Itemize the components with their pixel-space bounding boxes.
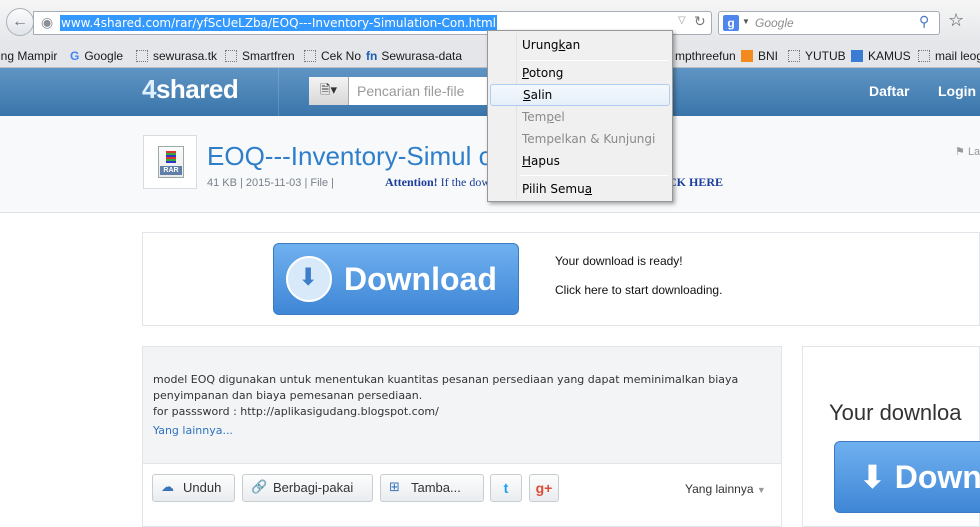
description-more-link[interactable]: Yang lainnya... — [153, 424, 233, 437]
context-menu-select-all[interactable]: Pilih Semua — [490, 178, 670, 200]
back-arrow-icon: ← — [12, 13, 28, 30]
context-menu-undo[interactable]: Urungkan — [490, 34, 670, 56]
page-icon — [918, 50, 930, 62]
context-menu-copy[interactable]: Salin — [490, 84, 670, 106]
search-icon[interactable]: ⚲ — [919, 14, 929, 30]
flag-icon: ⚑ — [955, 146, 965, 158]
download-button-label: Download — [344, 261, 497, 297]
header-divider — [278, 68, 298, 116]
chevron-down-icon: ▼ — [756, 485, 766, 495]
browser-search-box[interactable]: g ▼ Google ⚲ — [718, 11, 940, 35]
more-dropdown[interactable]: Yang lainnya ▼ — [685, 482, 766, 496]
download-box — [142, 232, 980, 326]
bookmark-item[interactable]: Smartfren — [225, 49, 295, 63]
kamus-icon — [851, 50, 863, 62]
bookmark-item[interactable]: sewurasa.tk — [136, 49, 217, 63]
site-search: 🗎▾ Pencarian file-file — [309, 77, 489, 105]
login-link[interactable]: Login — [938, 83, 976, 99]
download-ready-text: Your download is ready! — [555, 254, 683, 268]
bookmark-item[interactable]: fn Sewurasa-data — [366, 49, 462, 63]
url-text-selected[interactable]: www.4shared.com/rar/yfScUeLZba/EOQ---Inv… — [60, 15, 498, 31]
bookmark-item[interactable]: YUTUB — [788, 49, 846, 63]
bookmark-item[interactable]: mpthreefun — [675, 49, 736, 63]
download-button[interactable]: ⬇ Download — [273, 243, 519, 315]
engine-dropdown-icon[interactable]: ▼ — [742, 17, 750, 26]
browser-search-input[interactable]: Google — [755, 16, 794, 30]
context-menu: Urungkan Potong Salin Tempel Tempelkan &… — [487, 30, 673, 202]
click-here-link[interactable]: CK HERE — [668, 175, 723, 190]
url-history-dropdown-icon[interactable]: ▽ — [678, 15, 686, 26]
bni-icon — [741, 50, 753, 62]
reload-icon[interactable]: ↻ — [694, 14, 706, 30]
link-icon: 🔗 — [251, 480, 268, 495]
file-description: model EOQ digunakan untuk menentukan kua… — [153, 373, 739, 418]
page-icon — [225, 50, 237, 62]
4shared-logo[interactable]: 4shared — [142, 74, 239, 105]
signup-link[interactable]: Daftar — [869, 83, 909, 99]
download-arrow-icon: ⬇ — [859, 458, 886, 496]
bookmark-item[interactable]: BNI — [741, 49, 778, 63]
share-button[interactable]: 🔗 Berbagi-pakai — [242, 474, 373, 502]
site-search-input[interactable]: Pencarian file-file — [357, 83, 464, 99]
attention-notice: Attention! If the dow — [385, 175, 490, 189]
file-meta: 41 KB | 2015-11-03 | File | — [207, 177, 334, 189]
unduh-button[interactable]: ☁ Unduh — [152, 474, 235, 502]
fn-icon: fn — [366, 49, 378, 63]
page-icon — [304, 50, 316, 62]
side-panel-title: Your downloa — [829, 400, 962, 425]
bookmark-star-icon[interactable]: ☆ — [948, 10, 964, 31]
side-download-button[interactable]: ⬇ Down — [834, 441, 980, 513]
add-folder-icon: ⊞ — [389, 480, 400, 495]
bookmark-item[interactable]: mail leog — [918, 49, 980, 63]
google-plus-icon: g+ — [535, 480, 553, 496]
bookmark-item[interactable]: G Google — [70, 49, 123, 63]
add-button[interactable]: ⊞ Tamba... — [380, 474, 484, 502]
bookmark-item[interactable]: ing Mampir — [0, 49, 57, 63]
context-menu-paste-and-go[interactable]: Tempelkan & Kunjungi — [490, 128, 670, 150]
back-button[interactable]: ← — [6, 8, 34, 36]
cloud-download-icon: ☁ — [161, 480, 174, 495]
document-icon: 🗎 — [320, 83, 331, 98]
page-icon — [136, 50, 148, 62]
page-icon — [788, 50, 800, 62]
start-download-link[interactable]: Click here to start downloading. — [555, 283, 722, 297]
context-menu-cut[interactable]: Potong — [490, 62, 670, 84]
report-link[interactable]: ⚑ La — [955, 145, 980, 158]
google-plus-button[interactable]: g+ — [529, 474, 559, 502]
twitter-button[interactable]: t — [490, 474, 522, 502]
rar-file-icon: RAR — [143, 135, 197, 189]
context-menu-delete[interactable]: Hapus — [490, 150, 670, 172]
bookmark-item[interactable]: KAMUS — [851, 49, 911, 63]
bookmark-item[interactable]: Cek No — [304, 49, 361, 63]
twitter-icon: t — [503, 480, 509, 496]
file-type-dropdown[interactable]: 🗎▾ — [309, 77, 349, 105]
google-engine-icon[interactable]: g — [723, 15, 739, 31]
globe-icon: ◉ — [41, 15, 54, 31]
download-icon: ⬇ — [286, 256, 332, 302]
context-menu-paste[interactable]: Tempel — [490, 106, 670, 128]
google-icon: G — [70, 49, 80, 63]
